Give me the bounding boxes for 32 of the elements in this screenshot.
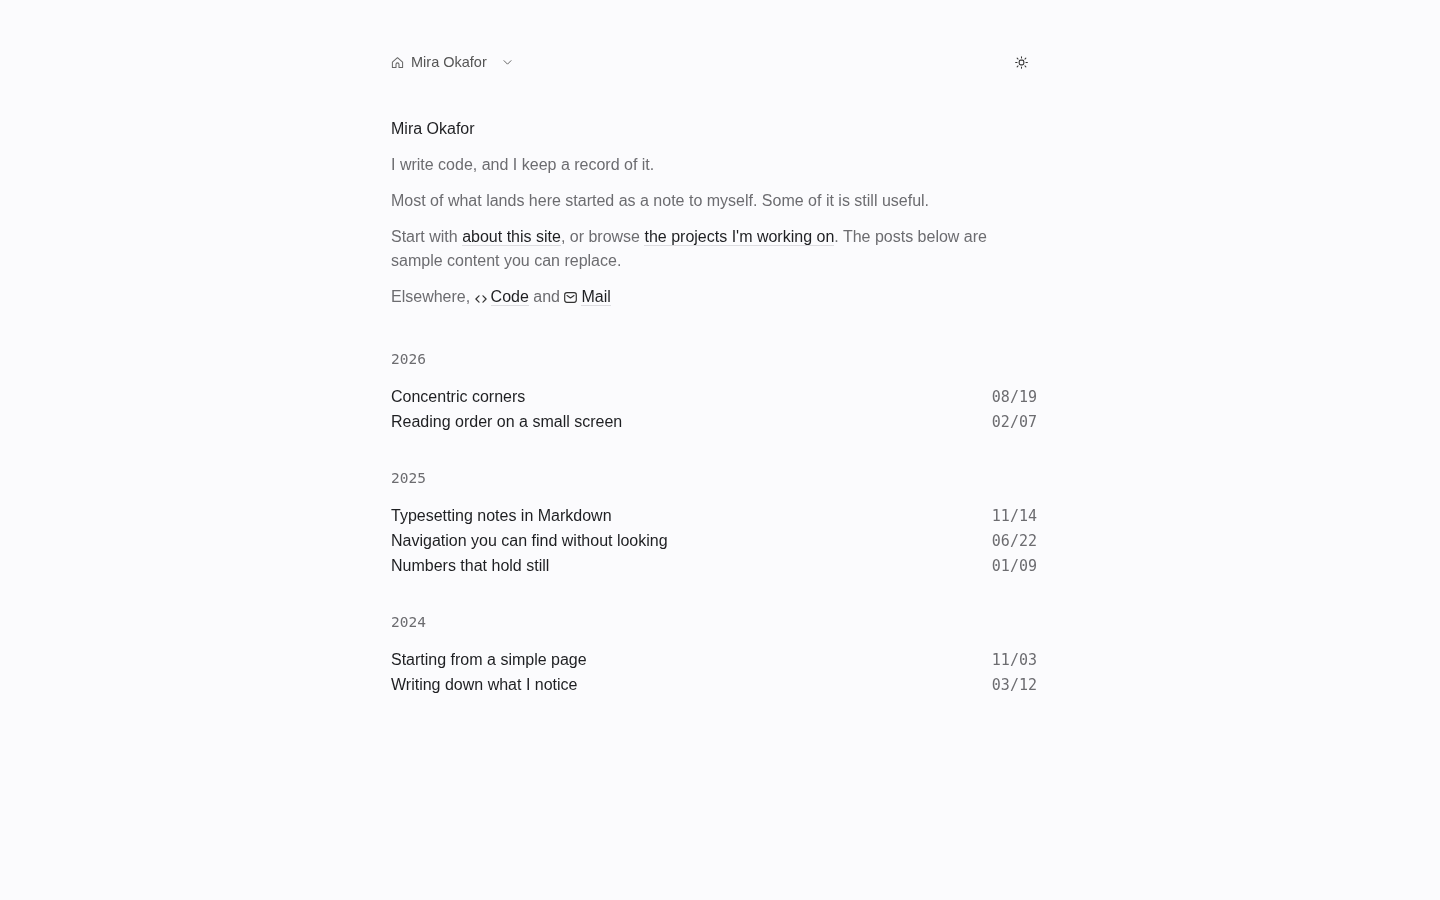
post-title-link[interactable]: Numbers that hold still — [391, 553, 550, 578]
mail-icon — [564, 292, 578, 303]
year-heading: 2024 — [391, 613, 427, 632]
post-date: 08/19 — [991, 387, 1037, 408]
text-link[interactable]: the projects I'm working on — [644, 228, 835, 246]
theme-toggle-sun-icon[interactable] — [1015, 55, 1028, 69]
year-heading: 2025 — [391, 469, 427, 488]
code-link[interactable]: Code — [490, 288, 529, 306]
post-date: 01/09 — [991, 556, 1037, 577]
intro-paragraph: Most of what lands here started as a note to myself. Some of it is still useful. — [391, 191, 931, 211]
author-name: Mira Okafor — [391, 119, 476, 139]
year-heading: 2026 — [391, 350, 427, 369]
post-title-link[interactable]: Writing down what I notice — [391, 672, 578, 697]
post-date: 11/03 — [991, 650, 1037, 671]
post-date: 02/07 — [991, 412, 1037, 433]
mail-link[interactable]: Mail — [581, 288, 611, 306]
site-name-link[interactable]: Mira Okafor — [411, 54, 487, 70]
chevron-down-icon[interactable] — [502, 59, 512, 65]
post-title-link[interactable]: Concentric corners — [391, 384, 526, 409]
post-date: 06/22 — [991, 531, 1037, 552]
code-brackets-icon — [474, 295, 487, 303]
post-title-link[interactable]: Typesetting notes in Markdown — [391, 503, 612, 528]
home-icon — [391, 55, 404, 69]
post-date: 11/14 — [991, 506, 1037, 527]
text-link[interactable]: about this site — [462, 228, 561, 246]
intro-paragraph: Elsewhere, Code and Mail — [391, 287, 612, 308]
post-date: 03/12 — [991, 675, 1037, 696]
post-title-link[interactable]: Reading order on a small screen — [391, 409, 623, 434]
intro-paragraph: Start with about this site, or browse the projects I'm working on. The posts below are sample content you can replace. — [391, 227, 988, 271]
intro-paragraph: I write code, and I keep a record of it. — [391, 155, 656, 175]
post-title-link[interactable]: Starting from a simple page — [391, 647, 587, 672]
post-title-link[interactable]: Navigation you can find without looking — [391, 528, 668, 553]
